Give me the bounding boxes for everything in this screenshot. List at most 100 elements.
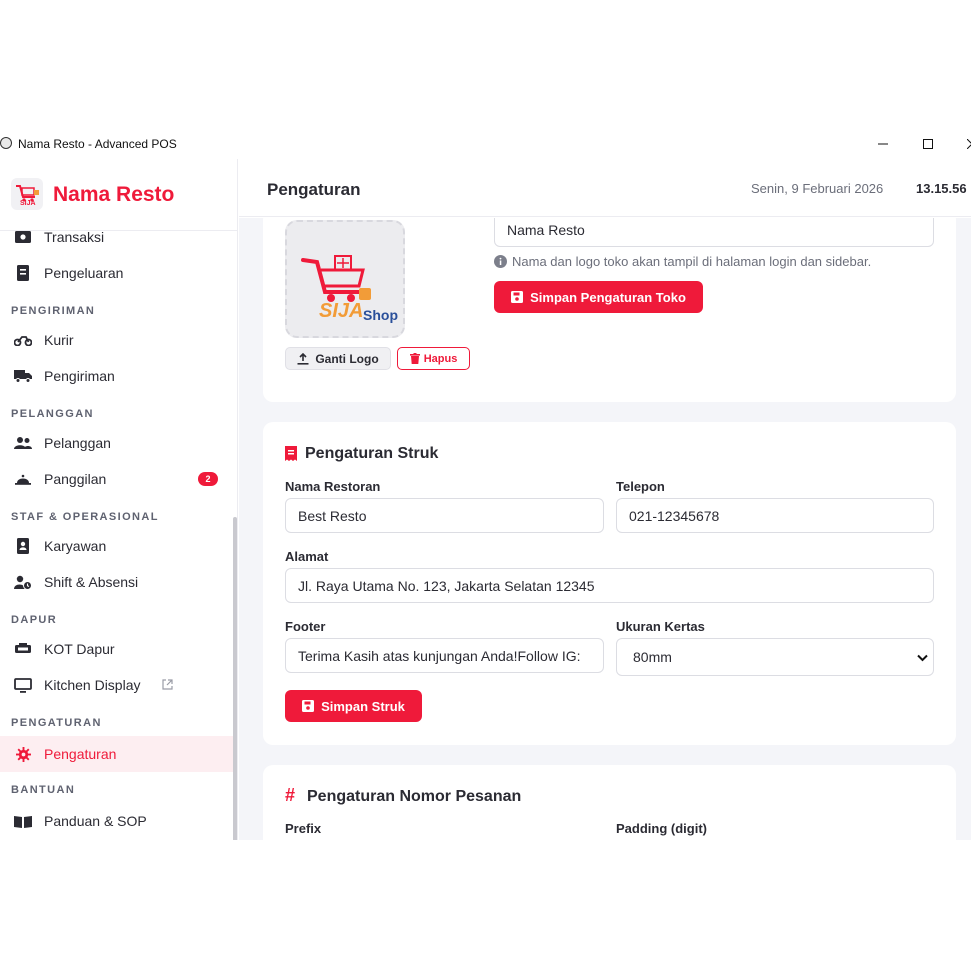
section-staf-operasional: STAF & OPERASIONAL bbox=[11, 511, 159, 523]
address-label: Alamat bbox=[285, 549, 329, 564]
header-date: Senin, 9 Februari 2026 bbox=[751, 181, 884, 196]
sidebar-item-transaksi[interactable]: Transaksi bbox=[0, 219, 234, 255]
sidebar-item-label: Panggilan bbox=[44, 471, 107, 487]
sidebar-item-pengiriman[interactable]: Pengiriman bbox=[0, 358, 234, 394]
section-dapur: DAPUR bbox=[11, 614, 58, 626]
sidebar-item-shift-absensi[interactable]: Shift & Absensi bbox=[0, 564, 234, 600]
section-pengaturan: PENGATURAN bbox=[11, 717, 102, 729]
save-store-settings-button[interactable]: Simpan Pengaturan Toko bbox=[494, 281, 703, 313]
sidebar-item-karyawan[interactable]: Karyawan bbox=[0, 528, 234, 564]
receipt-card-title: Pengaturan Struk bbox=[305, 445, 439, 462]
main-content: SIJA Shop Ganti Logo Hapus Nama Resto Na… bbox=[239, 218, 971, 840]
page-header: Pengaturan Senin, 9 Februari 2026 13.15.… bbox=[239, 159, 971, 217]
change-logo-label: Ganti Logo bbox=[315, 351, 379, 366]
save-receipt-button[interactable]: Simpan Struk bbox=[285, 690, 422, 722]
title-bar: Nama Resto - Advanced POS bbox=[0, 128, 971, 159]
book-icon bbox=[14, 813, 32, 829]
trash-icon bbox=[409, 353, 420, 364]
logo-text-sija: SIJA bbox=[319, 300, 364, 322]
store-name-input[interactable]: Nama Resto bbox=[494, 218, 934, 247]
page-title: Pengaturan bbox=[267, 180, 361, 199]
store-settings-card: SIJA Shop Ganti Logo Hapus Nama Resto Na… bbox=[263, 218, 956, 402]
receipt-settings-card: Pengaturan Struk Nama Restoran Best Rest… bbox=[263, 422, 956, 745]
printer-icon bbox=[14, 641, 32, 657]
brand-logo-text: SIJA bbox=[20, 200, 36, 207]
section-pelanggan: PELANGGAN bbox=[11, 408, 94, 420]
phone-label: Telepon bbox=[616, 479, 665, 494]
order-number-card: # Pengaturan Nomor Pesanan Prefix Paddin… bbox=[263, 765, 956, 840]
sidebar-item-label: Transaksi bbox=[44, 229, 105, 245]
order-number-card-title: Pengaturan Nomor Pesanan bbox=[307, 788, 522, 805]
address-input[interactable]: Jl. Raya Utama No. 123, Jakarta Selatan … bbox=[285, 568, 934, 603]
paper-size-label: Ukuran Kertas bbox=[616, 619, 705, 634]
logo-text-shop: Shop bbox=[363, 307, 398, 323]
footer-input[interactable]: Terima Kasih atas kunjungan Anda!Follow … bbox=[285, 638, 604, 673]
close-button[interactable] bbox=[950, 128, 971, 159]
sidebar-item-panggilan[interactable]: Panggilan 2 bbox=[0, 461, 234, 497]
maximize-icon bbox=[923, 138, 933, 149]
app-icon bbox=[0, 137, 12, 149]
id-badge-icon bbox=[14, 538, 32, 554]
motorcycle-icon bbox=[14, 332, 32, 348]
delete-logo-button[interactable]: Hapus bbox=[397, 347, 470, 370]
app-window: Nama Resto - Advanced POS SIJA Nama Rest… bbox=[0, 128, 971, 840]
footer-label: Footer bbox=[285, 619, 326, 634]
upload-icon bbox=[297, 352, 309, 365]
notification-badge: 2 bbox=[198, 472, 218, 486]
sidebar-item-label: Pengeluaran bbox=[44, 265, 124, 281]
users-icon bbox=[14, 435, 32, 451]
window-title: Nama Resto - Advanced POS bbox=[18, 137, 177, 151]
sidebar-item-label: Pelanggan bbox=[44, 435, 111, 451]
prefix-label: Prefix bbox=[285, 821, 322, 836]
gear-icon bbox=[14, 746, 32, 762]
sidebar-item-label: Pengiriman bbox=[44, 368, 115, 384]
paper-size-value: 80mm bbox=[633, 649, 672, 665]
sidebar-item-label: Pengaturan bbox=[44, 746, 117, 762]
phone-input[interactable]: 021-12345678 bbox=[616, 498, 934, 533]
delete-logo-label: Hapus bbox=[423, 352, 458, 365]
store-hint: Nama dan logo toko akan tampil di halama… bbox=[494, 254, 871, 269]
save-receipt-label: Simpan Struk bbox=[321, 698, 405, 714]
restaurant-name-input[interactable]: Best Resto bbox=[285, 498, 604, 533]
sidebar: SIJA Nama Resto Transaksi Pengeluaran PE… bbox=[0, 159, 238, 840]
truck-icon bbox=[14, 368, 32, 384]
sidebar-item-label: Kitchen Display bbox=[44, 677, 141, 693]
user-clock-icon bbox=[14, 574, 32, 590]
change-logo-button[interactable]: Ganti Logo bbox=[285, 347, 391, 370]
sidebar-item-pengaturan[interactable]: Pengaturan bbox=[0, 736, 234, 772]
sidebar-item-kurir[interactable]: Kurir bbox=[0, 322, 234, 358]
bell-icon bbox=[14, 471, 32, 487]
restaurant-name-label: Nama Restoran bbox=[285, 479, 381, 494]
section-bantuan: BANTUAN bbox=[11, 784, 76, 796]
save-icon bbox=[511, 291, 524, 303]
money-icon bbox=[14, 229, 32, 245]
brand-logo: SIJA bbox=[11, 178, 43, 210]
chevron-down-icon bbox=[917, 654, 928, 662]
minimize-icon bbox=[878, 143, 888, 144]
store-logo-preview: SIJA Shop bbox=[285, 220, 405, 338]
sidebar-item-pelanggan[interactable]: Pelanggan bbox=[0, 425, 234, 461]
receipt-icon bbox=[285, 446, 297, 461]
sidebar-item-label: Shift & Absensi bbox=[44, 574, 139, 590]
sidebar-item-label: Panduan & SOP bbox=[44, 813, 147, 829]
header-clock: 13.15.56 bbox=[916, 181, 967, 196]
store-hint-text: Nama dan logo toko akan tampil di halama… bbox=[512, 254, 872, 269]
save-store-settings-label: Simpan Pengaturan Toko bbox=[530, 289, 686, 305]
monitor-icon bbox=[14, 677, 32, 693]
paper-size-select[interactable]: 80mm bbox=[616, 638, 934, 676]
sidebar-item-label: Karyawan bbox=[44, 538, 107, 554]
sidebar-item-pengeluaran[interactable]: Pengeluaran bbox=[0, 255, 234, 291]
sidebar-item-panduan-sop[interactable]: Panduan & SOP bbox=[0, 803, 234, 839]
sidebar-item-kot-dapur[interactable]: KOT Dapur bbox=[0, 631, 234, 667]
maximize-button[interactable] bbox=[905, 128, 951, 159]
sidebar-scrollbar[interactable] bbox=[233, 517, 237, 840]
external-link-icon bbox=[162, 677, 173, 695]
close-icon bbox=[967, 138, 971, 149]
padding-label: Padding (digit) bbox=[616, 821, 707, 836]
receipt-icon bbox=[14, 265, 32, 281]
hash-icon: # bbox=[285, 785, 296, 805]
minimize-button[interactable] bbox=[860, 128, 906, 159]
save-icon bbox=[302, 700, 315, 712]
info-circle-icon bbox=[494, 255, 507, 268]
sidebar-item-kitchen-display[interactable]: Kitchen Display bbox=[0, 667, 234, 703]
